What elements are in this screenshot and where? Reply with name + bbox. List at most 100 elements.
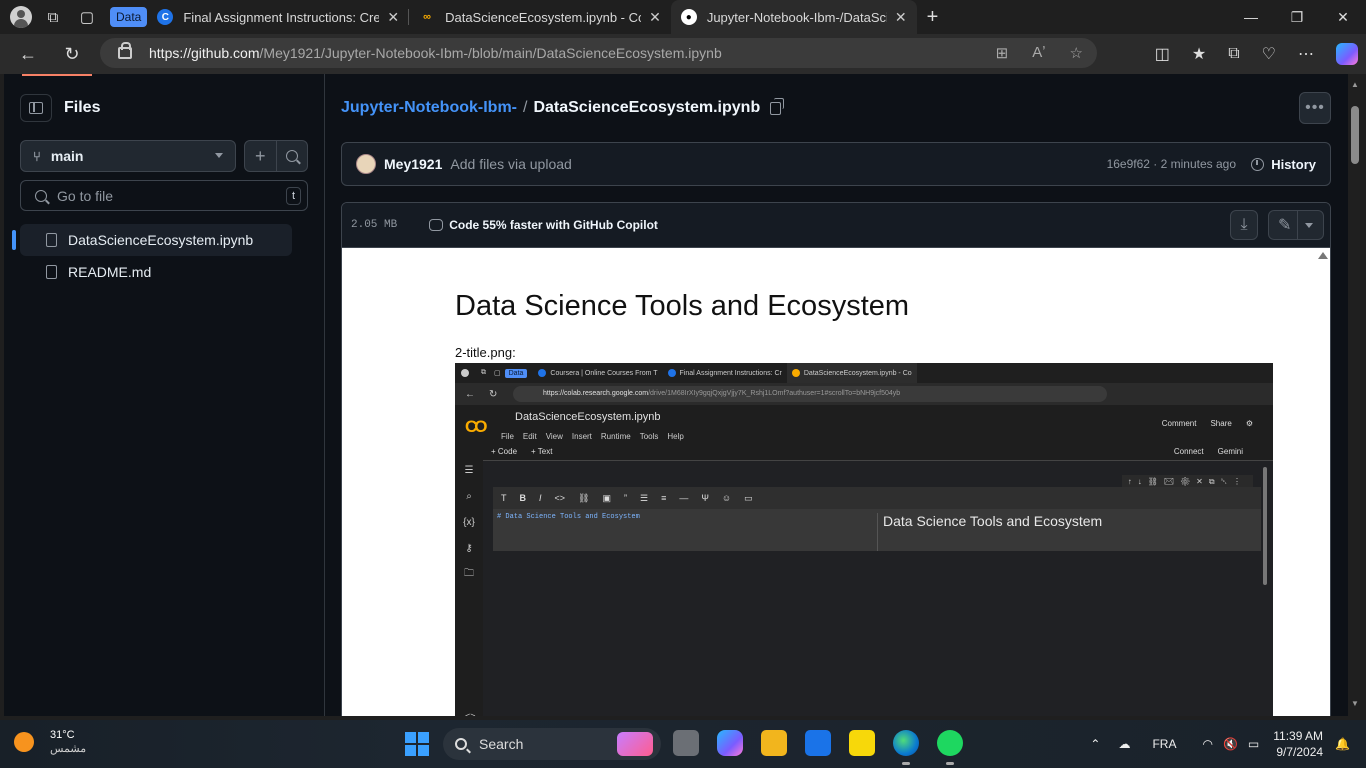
- close-icon[interactable]: ✕: [895, 9, 907, 26]
- history-label: History: [1271, 156, 1316, 172]
- colab-menu-item: Runtime: [600, 432, 631, 441]
- browser-toolbar: ◫ ★ ⧉ ♡ ⋯: [1155, 34, 1358, 74]
- workspaces-icon: ⧉: [481, 369, 486, 376]
- embedded-tab-group: Data: [504, 368, 528, 378]
- go-to-file-field[interactable]: t: [20, 180, 308, 211]
- tab-actions-icon[interactable]: ▢: [74, 4, 100, 30]
- notification-bell-icon[interactable]: 🔔: [1335, 737, 1350, 751]
- clock[interactable]: 11:39 AM 9/7/2024: [1273, 728, 1323, 760]
- breadcrumb-repo-link[interactable]: Jupyter-Notebook-Ibm-: [341, 99, 517, 117]
- restore-icon[interactable]: ❐: [1274, 0, 1320, 34]
- tab-actions-icon: ▢: [494, 370, 501, 377]
- volume-muted-icon[interactable]: 🔇: [1223, 737, 1238, 751]
- workspaces-icon[interactable]: ⧉: [40, 4, 66, 30]
- go-to-file-input[interactable]: [57, 187, 277, 204]
- secrets-icon: ⚷: [465, 542, 473, 554]
- file-tree-item-notebook[interactable]: DataScienceEcosystem.ipynb: [12, 224, 292, 256]
- breadcrumb-file: DataScienceEcosystem.ipynb: [533, 99, 761, 116]
- search-button[interactable]: [277, 141, 308, 171]
- app-available-icon[interactable]: ⊞: [996, 44, 1009, 62]
- copy-path-icon[interactable]: [770, 97, 785, 115]
- folder-icon: 🗀: [464, 567, 474, 579]
- tab-coursera[interactable]: C Final Assignment Instructions: Cre ✕: [147, 0, 410, 34]
- copilot-promo-link[interactable]: Code 55% faster with GitHub Copilot: [429, 218, 658, 232]
- more-icon[interactable]: ⋯: [1298, 44, 1314, 64]
- browser-essentials-icon[interactable]: ♡: [1262, 44, 1276, 64]
- branch-selector[interactable]: ⑂ main: [20, 140, 236, 172]
- image-caption: 2-title.png:: [455, 345, 516, 360]
- minimize-icon[interactable]: —: [1228, 0, 1274, 34]
- scrollbar-thumb[interactable]: [1351, 106, 1359, 164]
- file-header: 2.05 MB Code 55% faster with GitHub Copi…: [342, 203, 1330, 248]
- colab-scrollbar: [1263, 467, 1267, 585]
- commit-message[interactable]: Add files via upload: [450, 156, 571, 172]
- edge-icon[interactable]: [893, 730, 919, 765]
- colab-header-actions: Comment Share ⚙: [1162, 419, 1253, 428]
- collapse-sidebar-button[interactable]: [20, 94, 52, 122]
- language-indicator[interactable]: FRA: [1152, 737, 1176, 751]
- more-options-button[interactable]: •••: [1299, 92, 1331, 124]
- refresh-icon: ↻: [489, 388, 498, 400]
- task-view-icon[interactable]: [673, 730, 699, 756]
- bullet-list-icon: ≡: [661, 493, 667, 503]
- taskbar-search[interactable]: Search: [443, 728, 661, 760]
- chevron-up-icon[interactable]: ⌃: [1090, 737, 1100, 751]
- favorites-icon[interactable]: ★: [1192, 44, 1206, 64]
- weather-widget[interactable]: 31°C مشمس: [14, 728, 86, 756]
- colab-add-text: + Text: [531, 447, 553, 456]
- tab-group-label[interactable]: Data: [110, 7, 148, 27]
- url-field[interactable]: https://github.com/Mey1921/Jupyter-Noteb…: [100, 38, 1097, 68]
- colab-menu-item: Edit: [522, 432, 537, 441]
- sticky-notes-icon[interactable]: [849, 730, 875, 756]
- file-view: Jupyter-Notebook-Ibm- / DataScienceEcosy…: [341, 74, 1331, 716]
- spotify-icon[interactable]: [937, 730, 963, 765]
- page-scrollbar[interactable]: ▲ ▼: [1348, 74, 1366, 716]
- favorite-star-icon[interactable]: ☆: [1070, 44, 1083, 62]
- avatar[interactable]: [356, 154, 376, 174]
- battery-icon[interactable]: ▭: [1248, 737, 1259, 751]
- split-screen-icon[interactable]: ◫: [1155, 44, 1170, 64]
- commit-author[interactable]: Mey1921: [384, 156, 442, 172]
- close-icon[interactable]: ✕: [649, 9, 661, 26]
- profile-icon: [461, 369, 469, 377]
- search-label: Search: [479, 736, 524, 752]
- close-window-icon[interactable]: ✕: [1320, 0, 1366, 34]
- tab-github[interactable]: ● Jupyter-Notebook-Ibm-/DataScie ✕: [670, 0, 917, 34]
- refresh-icon[interactable]: ↻: [56, 38, 88, 70]
- embedded-url-path: /drive/1M68IrXIy9gqjQxjgVjjy7K_Rshj1LOmf…: [648, 390, 901, 397]
- onedrive-icon[interactable]: ☁: [1118, 737, 1130, 751]
- download-button[interactable]: ⤓: [1230, 210, 1258, 240]
- scroll-down-icon[interactable]: ▼: [1351, 699, 1359, 708]
- back-icon[interactable]: ←: [12, 38, 44, 70]
- edit-button[interactable]: ✎: [1268, 210, 1324, 240]
- rule-icon: —: [679, 493, 689, 503]
- system-tray: ⌃ ☁ FRA ◠ 🔇 ▭ 11:39 AM 9/7/2024 🔔: [1090, 720, 1366, 768]
- store-icon[interactable]: [805, 730, 831, 756]
- markdown-format-bar: T B I <> ⛓ ▣ ” ☰ ≡ — Ψ ☺ ▭: [493, 487, 1261, 509]
- copilot-icon[interactable]: [717, 730, 743, 756]
- scroll-up-icon[interactable]: ▲: [1351, 80, 1359, 89]
- tab-colab[interactable]: ∞ DataScienceEcosystem.ipynb - Co ✕: [409, 0, 671, 34]
- collections-icon[interactable]: ⧉: [1228, 45, 1239, 63]
- tab-title: Jupyter-Notebook-Ibm-/DataScie: [706, 9, 887, 25]
- heading-icon: T: [501, 493, 507, 503]
- lock-icon[interactable]: [118, 42, 132, 59]
- scroll-up-arrow[interactable]: [1318, 252, 1328, 259]
- wifi-icon[interactable]: ◠: [1202, 737, 1212, 751]
- sidebar-icon: [29, 102, 43, 114]
- file-tree-item-readme[interactable]: README.md: [20, 256, 292, 288]
- read-aloud-icon[interactable]: Aʼ: [1032, 44, 1045, 62]
- add-file-button[interactable]: +: [245, 141, 277, 171]
- chevron-down-icon: [1305, 223, 1313, 228]
- new-tab-button[interactable]: +: [927, 6, 939, 29]
- file-explorer-icon[interactable]: [761, 730, 787, 756]
- profile-icon[interactable]: [10, 6, 32, 28]
- close-icon[interactable]: ✕: [387, 9, 399, 26]
- weather-condition: مشمس: [50, 743, 87, 755]
- breadcrumb: Jupyter-Notebook-Ibm- / DataScienceEcosy…: [341, 97, 785, 117]
- commit-meta[interactable]: 16e9f62 · 2 minutes ago: [1107, 157, 1236, 171]
- history-button[interactable]: History: [1251, 157, 1316, 172]
- start-button[interactable]: [405, 732, 429, 756]
- copilot-icon[interactable]: [1336, 43, 1358, 65]
- embedded-tab: Final Assignment Instructions: Cr: [663, 363, 787, 383]
